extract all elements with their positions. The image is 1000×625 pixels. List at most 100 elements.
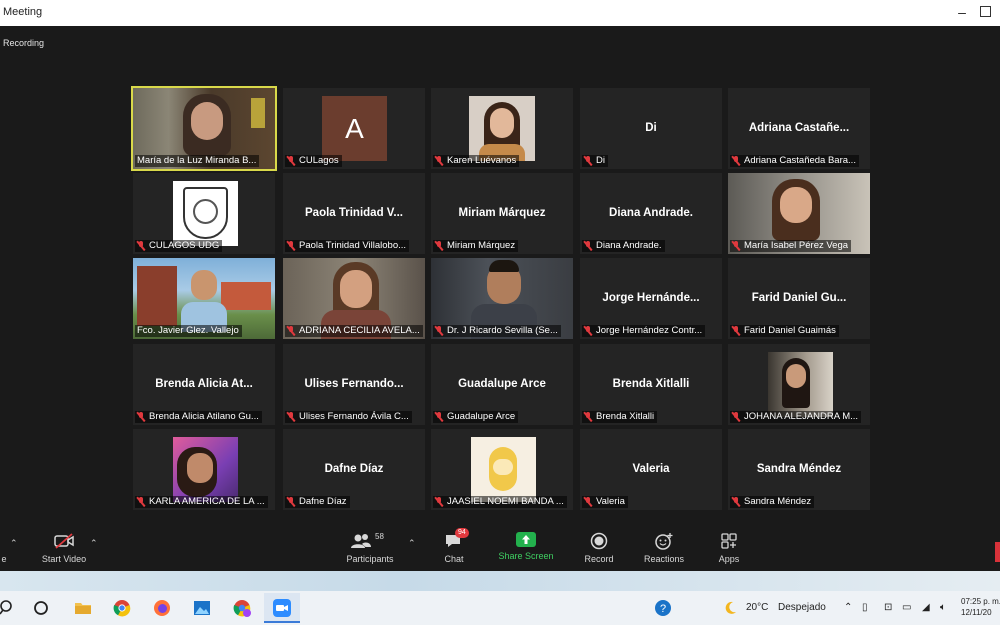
chrome-profile-icon[interactable] [233,599,251,617]
file-explorer-icon[interactable] [74,599,92,617]
participants-button[interactable]: 58 Participants [340,530,400,564]
participant-name: Farid Daniel Guaimás [744,325,836,336]
muted-mic-icon [287,326,295,336]
video-options-chevron-icon[interactable]: ⌃ [90,538,98,549]
participants-icon: 58 [350,532,390,550]
chrome-icon[interactable] [113,599,131,617]
participant-name-label: JAASIEL NOEMI BANDA ... [433,496,567,508]
participants-count: 58 [375,532,384,541]
chat-label: Chat [444,554,464,564]
recording-label: Recording [3,38,45,48]
participant-tile[interactable]: María Isabel Pérez Vega [728,173,870,254]
participant-display-name: Ulises Fernando... [304,378,404,390]
participant-tile[interactable]: Farid Daniel Gu... Farid Daniel Guaimás [728,258,870,339]
participant-tile[interactable]: Guadalupe Arce Guadalupe Arce [431,344,573,425]
participant-tile[interactable]: Miriam Márquez Miriam Márquez [431,173,573,254]
participant-tile[interactable]: JAASIEL NOEMI BANDA ... [431,429,573,510]
volume-icon[interactable]: 🔈︎ [940,602,946,613]
windows-taskbar: ? 20°C Despejado ⌃ ▯ ⊡ ▭ ◢ 🔈︎ 07:25 p. m… [0,591,1000,625]
participant-tile[interactable]: A CULagos [283,88,425,169]
help-icon[interactable]: ? [654,599,672,617]
mute-label: e [1,554,7,564]
tray-app-icon[interactable]: ⊡ [884,602,892,613]
participant-tile[interactable]: María de la Luz Miranda B... [131,86,277,171]
system-clock[interactable]: 07:25 p. m. 12/11/20 [961,596,1000,618]
participant-name: Fco. Javier Glez. Vallejo [137,325,239,336]
audio-options-chevron-icon[interactable]: ⌃ [10,538,18,549]
apps-label: Apps [718,554,740,564]
weather-desc[interactable]: Despejado [778,602,826,613]
search-icon[interactable] [0,599,18,617]
record-button[interactable]: Record [578,530,620,564]
participant-display-name: Farid Daniel Gu... [751,292,847,304]
participant-tile[interactable]: Ulises Fernando... Ulises Fernando Ávila … [283,344,425,425]
muted-mic-icon [287,241,295,251]
participant-tile[interactable]: JOHANA ALEJANDRA M... [728,344,870,425]
participant-tile[interactable]: Sandra Méndez Sandra Méndez [728,429,870,510]
participant-tile[interactable]: Valeria Valeria [580,429,722,510]
participant-tile[interactable]: KARLA AMERICA DE LA ... [133,429,275,510]
participant-name-label: Brenda Xitlalli [582,411,658,423]
muted-mic-icon [137,412,145,422]
participant-name: María de la Luz Miranda B... [137,155,257,166]
end-meeting-button[interactable] [995,542,1000,562]
participant-tile[interactable]: Brenda Alicia At... Brenda Alicia Atilano… [133,344,275,425]
wifi-icon[interactable]: ◢ [922,602,930,613]
maximize-icon[interactable] [980,6,991,17]
muted-mic-icon [137,241,145,251]
tray-overflow-chevron-icon[interactable]: ⌃ [844,602,852,613]
chat-button[interactable]: 94 Chat [436,528,472,564]
participant-name: Karen Luévanos [447,155,517,166]
participant-name-label: Brenda Alicia Atilano Gu... [135,411,262,423]
tray-device-icon[interactable]: ▯ [862,602,868,613]
participant-tile[interactable]: CULAGOS UDG [133,173,275,254]
participant-photo [469,96,535,161]
participant-tile[interactable]: Dr. J Ricardo Sevilla (Se... [431,258,573,339]
muted-mic-icon [732,326,740,336]
muted-mic-icon [435,412,443,422]
muted-mic-icon [435,497,443,507]
minimize-icon[interactable]: – [952,2,972,22]
share-screen-button[interactable]: Share Screen [494,530,558,561]
participants-chevron-icon[interactable]: ⌃ [408,538,416,549]
start-video-button[interactable]: Start Video [36,530,92,564]
participant-name: Valeria [596,496,625,507]
zoom-taskbar-button[interactable] [264,593,300,623]
participant-tile[interactable]: Brenda Xitlalli Brenda Xitlalli [580,344,722,425]
participant-name: Adriana Castañeda Bara... [744,155,856,166]
record-label: Record [584,554,614,564]
participant-name: Dafne Díaz [299,496,347,507]
participant-tile[interactable]: Dafne Díaz Dafne Díaz [283,429,425,510]
participant-name-label: Guadalupe Arce [433,411,519,423]
participant-tile[interactable]: Karen Luévanos [431,88,573,169]
reactions-button[interactable]: Reactions [640,530,688,564]
participant-name: Paola Trinidad Villalobo... [299,240,407,251]
muted-mic-icon [287,497,295,507]
participant-tile[interactable]: Adriana Castañe... Adriana Castañeda Bara… [728,88,870,169]
firefox-icon[interactable] [153,599,171,617]
participant-name-label: Di [582,155,608,167]
participant-tile[interactable]: Jorge Hernánde... Jorge Hernández Contr..… [580,258,722,339]
battery-icon[interactable]: ▭ [902,602,911,613]
participant-name-label: Fco. Javier Glez. Vallejo [135,325,242,337]
chat-badge: 94 [455,528,469,538]
participant-tile[interactable]: ADRIANA CECILIA AVELA... [283,258,425,339]
share-screen-icon [516,532,536,547]
participant-display-name: Brenda Xitlalli [612,378,690,390]
photos-icon[interactable] [193,599,211,617]
participant-tile[interactable]: Diana Andrade. Diana Andrade. [580,173,722,254]
participant-name-label: Miriam Márquez [433,240,519,252]
participant-tile[interactable]: Paola Trinidad V... Paola Trinidad Villal… [283,173,425,254]
muted-mic-icon [732,497,740,507]
participant-avatar: A [322,96,387,161]
weather-temp[interactable]: 20°C [746,602,768,613]
cortana-icon[interactable] [32,599,50,617]
participant-name: ADRIANA CECILIA AVELA... [299,325,420,336]
participant-name: Guadalupe Arce [447,411,516,422]
participant-name: Ulises Fernando Ávila C... [299,411,409,422]
participant-name: María Isabel Pérez Vega [744,240,849,251]
participant-tile[interactable]: Di Di [580,88,722,169]
participant-tile[interactable]: Fco. Javier Glez. Vallejo [133,258,275,339]
chat-icon: 94 [443,528,469,550]
apps-button[interactable]: Apps [712,530,746,564]
